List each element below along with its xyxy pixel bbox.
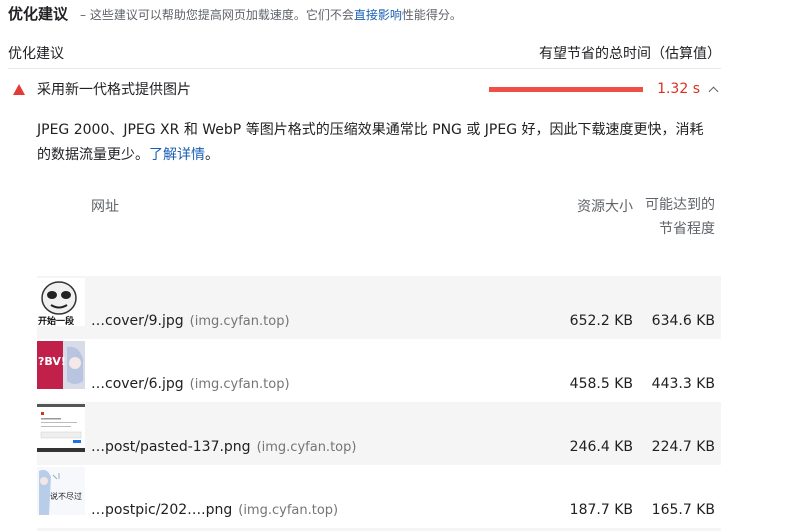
fail-triangle-icon (13, 83, 25, 95)
potential-savings: 634.6 KB (651, 313, 715, 329)
learn-more-link[interactable]: 了解详情 (149, 147, 205, 163)
resource-url[interactable]: …cover/9.jpg (img.cyfan.top) (91, 313, 290, 329)
resource-url[interactable]: …cover/6.jpg (img.cyfan.top) (91, 376, 290, 392)
table-header-potential-savings: 可能达到的节省程度 (645, 197, 715, 237)
column-header-row: 优化建议 有望节省的总时间（估算值） (8, 38, 721, 69)
anime-red-thumbnail[interactable]: ?BV! (37, 341, 85, 389)
resource-url[interactable]: …postpic/202….png (img.cyfan.top) (91, 502, 338, 518)
resource-path[interactable]: …cover/9.jpg (91, 313, 184, 329)
resource-path[interactable]: …postpic/202….png (91, 502, 232, 518)
thumbnail-caption: ?BV! (38, 355, 66, 368)
chevron-up-icon[interactable] (708, 86, 719, 96)
section-header: 优化建议 – 这些建议可以帮助您提高网页加载速度。它们不会直接影响性能得分。 (8, 3, 462, 24)
audit-savings-value: 1.32 s (657, 81, 700, 97)
table-row: …post/pasted-137.png (img.cyfan.top) 246.… (37, 402, 721, 465)
audit-title: 采用新一代格式提供图片 (37, 82, 191, 98)
resource-path[interactable]: …post/pasted-137.png (91, 439, 251, 455)
resource-origin: (img.cyfan.top) (189, 377, 290, 392)
resource-size: 458.5 KB (569, 376, 633, 392)
resource-path[interactable]: …cover/6.jpg (91, 376, 184, 392)
potential-savings: 165.7 KB (651, 502, 715, 518)
table-row: 开始一段 …cover/9.jpg (img.cyfan.top) 652.2 K… (37, 276, 721, 339)
table-row: 说不尽过 …postpic/202….png (img.cyfan.top) 18… (37, 465, 721, 528)
savings-sparkline-bar (489, 86, 644, 92)
face-sticker-thumbnail[interactable]: 开始一段 (37, 278, 85, 326)
section-description-prefix: – 这些建议可以帮助您提高网页加载速度。它们不会 (80, 8, 354, 22)
resource-origin: (img.cyfan.top) (256, 440, 357, 455)
column-header-opportunity: 优化建议 (8, 46, 64, 62)
potential-savings: 224.7 KB (651, 439, 715, 455)
section-title: 优化建议 (8, 5, 69, 23)
table-header-resource-size: 资源大小 (577, 199, 633, 215)
details-table-body: 开始一段 …cover/9.jpg (img.cyfan.top) 652.2 K… (37, 276, 721, 531)
table-header-url: 网址 (91, 199, 119, 215)
lighthouse-opportunities-panel: 优化建议 – 这些建议可以帮助您提高网页加载速度。它们不会直接影响性能得分。 优… (0, 0, 807, 531)
savings-sparkline (489, 86, 644, 92)
resource-origin: (img.cyfan.top) (189, 314, 290, 329)
resource-size: 187.7 KB (569, 502, 633, 518)
resource-url[interactable]: …post/pasted-137.png (img.cyfan.top) (91, 439, 356, 455)
potential-savings: 443.3 KB (651, 376, 715, 392)
audit-description-suffix: 。 (205, 147, 219, 163)
resource-size: 652.2 KB (569, 313, 633, 329)
table-row: ?BV! …cover/6.jpg (img.cyfan.top) 458.5 K… (37, 339, 721, 402)
resource-origin: (img.cyfan.top) (238, 503, 339, 518)
section-description: – 这些建议可以帮助您提高网页加载速度。它们不会直接影响性能得分。 (80, 6, 462, 23)
details-table-header: 网址 资源大小 可能达到的节省程度 (37, 196, 721, 268)
audit-description: JPEG 2000、JPEG XR 和 WebP 等图片格式的压缩效果通常比 P… (37, 118, 717, 168)
thumbnail-caption: 说不尽过 (50, 491, 82, 501)
anime-blue-thumbnail[interactable]: 说不尽过 (37, 467, 85, 515)
resource-size: 246.4 KB (569, 439, 633, 455)
section-description-suffix: 性能得分。 (401, 8, 462, 22)
audit-description-text: JPEG 2000、JPEG XR 和 WebP 等图片格式的压缩效果通常比 P… (37, 122, 704, 163)
audit-next-gen-images[interactable]: 采用新一代格式提供图片 1.32 s (8, 70, 721, 108)
column-header-estimated-savings: 有望节省的总时间（估算值） (539, 46, 721, 62)
screenshot-thumbnail[interactable] (37, 404, 85, 452)
direct-impact-link[interactable]: 直接影响 (354, 8, 402, 22)
thumbnail-caption: 开始一段 (38, 315, 75, 326)
